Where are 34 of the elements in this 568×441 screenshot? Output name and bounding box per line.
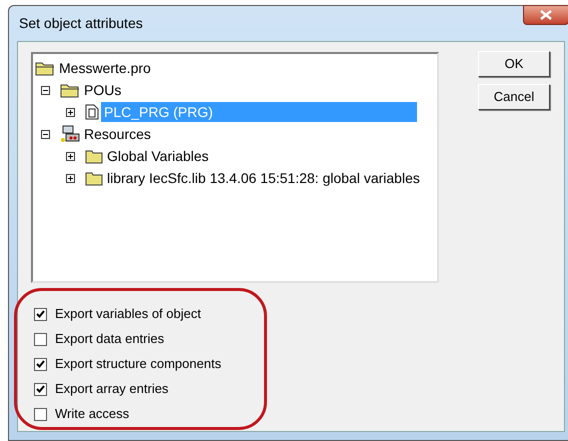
dialog-button[interactable]: OK	[478, 51, 550, 77]
tree-item[interactable]: Resources	[82, 124, 153, 144]
checkbox[interactable]	[34, 358, 47, 370]
folder-icon	[60, 82, 80, 98]
checkmark-icon	[36, 310, 45, 318]
checkbox[interactable]	[34, 308, 47, 320]
document-icon	[85, 104, 99, 120]
expand-icon[interactable]	[66, 174, 75, 182]
checkbox-label: Write access	[55, 405, 130, 424]
checkmark-icon	[36, 385, 45, 393]
window-title: Set object attributes	[19, 14, 143, 33]
checkbox[interactable]	[34, 382, 47, 396]
resources-icon	[60, 125, 80, 143]
expand-icon[interactable]	[66, 152, 75, 160]
tree-item[interactable]: library IecSfc.lib 13.4.06 15:51:28: global variables	[105, 168, 422, 188]
checkbox-label: Export data entries	[55, 330, 164, 348]
folder-icon	[85, 148, 103, 164]
checkbox-label: Export array entries	[55, 380, 168, 398]
close-icon	[540, 10, 552, 20]
expand-icon[interactable]	[66, 108, 75, 116]
dialog-button[interactable]: Cancel	[478, 84, 550, 110]
checkmark-icon	[36, 360, 45, 368]
collapse-icon[interactable]	[41, 130, 50, 138]
tree-item[interactable]: Global Variables	[105, 146, 211, 166]
tree-item[interactable]: POUs	[82, 80, 124, 100]
folder-icon	[35, 60, 55, 76]
checkbox-label: Export structure components	[55, 355, 222, 374]
checkbox-label: Export variables of object	[55, 305, 201, 324]
folder-icon	[85, 170, 103, 186]
checkbox[interactable]	[34, 408, 47, 420]
collapse-icon[interactable]	[41, 86, 50, 94]
checkbox[interactable]	[34, 332, 47, 346]
tree-item[interactable]: Messwerte.pro	[57, 58, 153, 78]
close-button[interactable]	[523, 5, 568, 25]
